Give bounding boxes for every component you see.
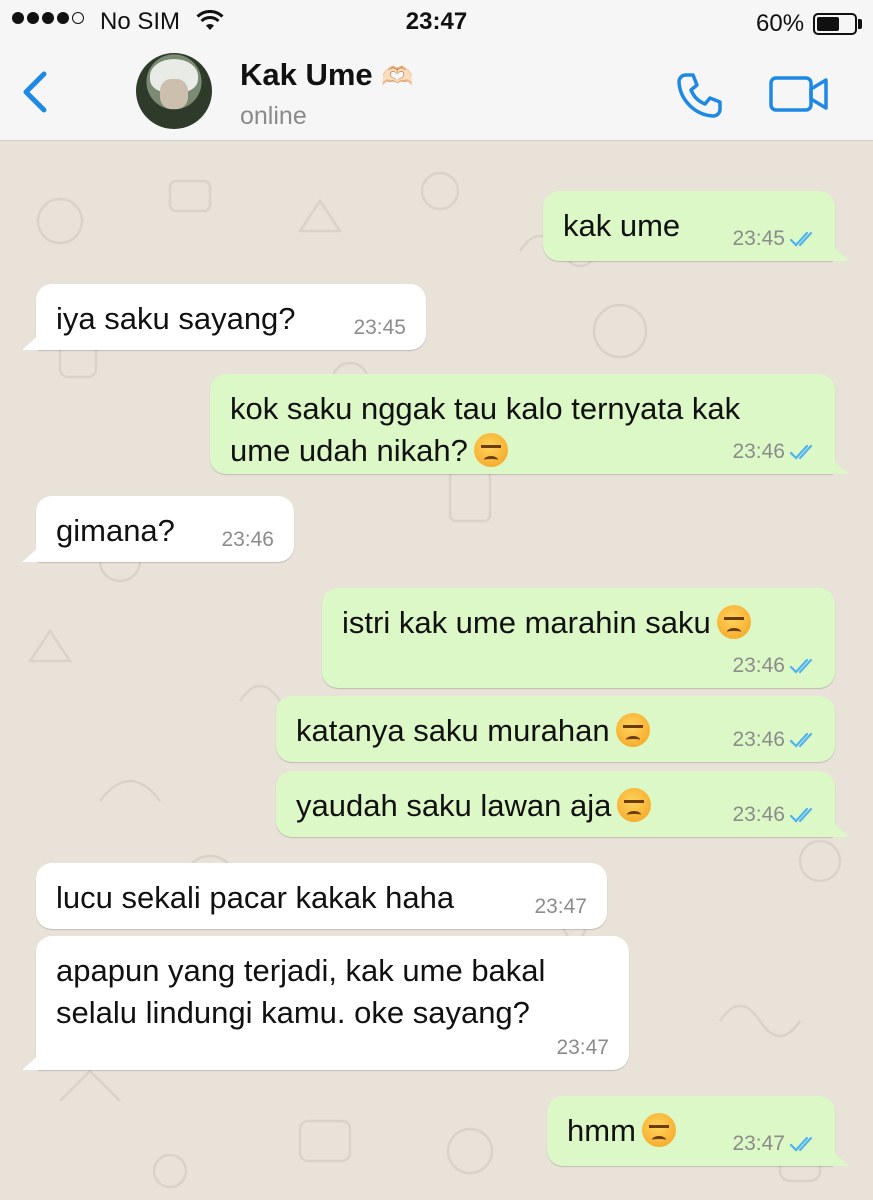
chevron-left-icon xyxy=(23,71,47,113)
angry-face-icon xyxy=(615,713,650,747)
incoming-message[interactable]: lucu sekali pacar kakak haha 23:47 xyxy=(36,863,607,929)
back-button[interactable] xyxy=(18,70,50,119)
angry-face-icon xyxy=(473,433,508,467)
battery-icon xyxy=(813,13,857,35)
outgoing-message[interactable]: kok saku nggak tau kalo ternyata kak ume… xyxy=(210,374,849,474)
angry-face-icon xyxy=(716,605,751,639)
timestamp: 23:47 xyxy=(732,1132,785,1155)
timestamp: 23:46 xyxy=(732,440,785,463)
chat-area[interactable]: kak ume 23:45 iya saku sayang? 23:45 kok sak… xyxy=(0,141,873,1200)
double-check-icon xyxy=(789,658,813,674)
video-call-button[interactable] xyxy=(768,74,830,119)
clock: 23:47 xyxy=(405,8,468,35)
timestamp: 23:47 xyxy=(534,895,587,918)
contact-name[interactable]: Kak Ume 🫶🏻 xyxy=(240,57,414,93)
double-check-icon xyxy=(789,807,813,823)
timestamp: 23:46 xyxy=(732,728,785,751)
contact-status: online xyxy=(240,102,307,130)
message-time: 23:46 xyxy=(732,803,819,827)
incoming-message[interactable]: iya saku sayang? 23:45 xyxy=(22,284,426,350)
outgoing-message[interactable]: katanya saku murahan 23:46 xyxy=(276,696,835,762)
hand-heart-emoji: 🫶🏻 xyxy=(381,61,414,91)
message-time: 23:46 xyxy=(732,728,819,752)
double-check-icon xyxy=(789,231,813,247)
message-time: 23:47 xyxy=(534,895,587,919)
angry-face-icon xyxy=(641,1113,676,1147)
message-text: lucu sekali pacar kakak haha xyxy=(56,880,455,915)
outgoing-message[interactable]: hmm 23:47 xyxy=(547,1096,849,1166)
message-time: 23:45 xyxy=(353,316,406,340)
message-time: 23:47 xyxy=(556,1036,609,1060)
message-time: 23:46 xyxy=(732,654,819,678)
message-time: 23:45 xyxy=(732,227,819,251)
phone-icon xyxy=(677,73,722,118)
status-bar: No SIM 23:47 60% xyxy=(0,0,873,44)
outgoing-message[interactable]: yaudah saku lawan aja 23:46 xyxy=(276,771,849,837)
message-time: 23:46 xyxy=(732,440,819,464)
message-time: 23:46 xyxy=(221,528,274,552)
timestamp: 23:47 xyxy=(556,1036,609,1059)
incoming-message[interactable]: apapun yang terjadi, kak ume bakal selal… xyxy=(22,936,629,1070)
outgoing-message[interactable]: istri kak ume marahin saku 23:46 xyxy=(322,588,835,688)
message-text: kok saku nggak tau kalo ternyata kak ume… xyxy=(230,391,741,468)
message-time: 23:47 xyxy=(732,1132,819,1156)
timestamp: 23:46 xyxy=(732,654,785,677)
avatar[interactable] xyxy=(136,53,212,129)
outgoing-message[interactable]: kak ume 23:45 xyxy=(543,191,849,261)
timestamp: 23:46 xyxy=(732,803,785,826)
call-button[interactable] xyxy=(674,70,724,125)
double-check-icon xyxy=(789,444,813,460)
angry-face-icon xyxy=(617,788,652,822)
double-check-icon xyxy=(789,1136,813,1152)
video-camera-icon xyxy=(769,76,828,112)
chat-header: Kak Ume 🫶🏻 online xyxy=(0,44,873,141)
battery-percent: 60% xyxy=(756,10,805,37)
timestamp: 23:45 xyxy=(353,316,406,339)
timestamp: 23:45 xyxy=(732,227,785,250)
double-check-icon xyxy=(789,732,813,748)
incoming-message[interactable]: gimana? 23:46 xyxy=(22,496,294,562)
message-text: istri kak ume marahin saku xyxy=(342,602,815,644)
message-text: apapun yang terjadi, kak ume bakal selal… xyxy=(56,953,546,1030)
timestamp: 23:46 xyxy=(221,528,274,551)
